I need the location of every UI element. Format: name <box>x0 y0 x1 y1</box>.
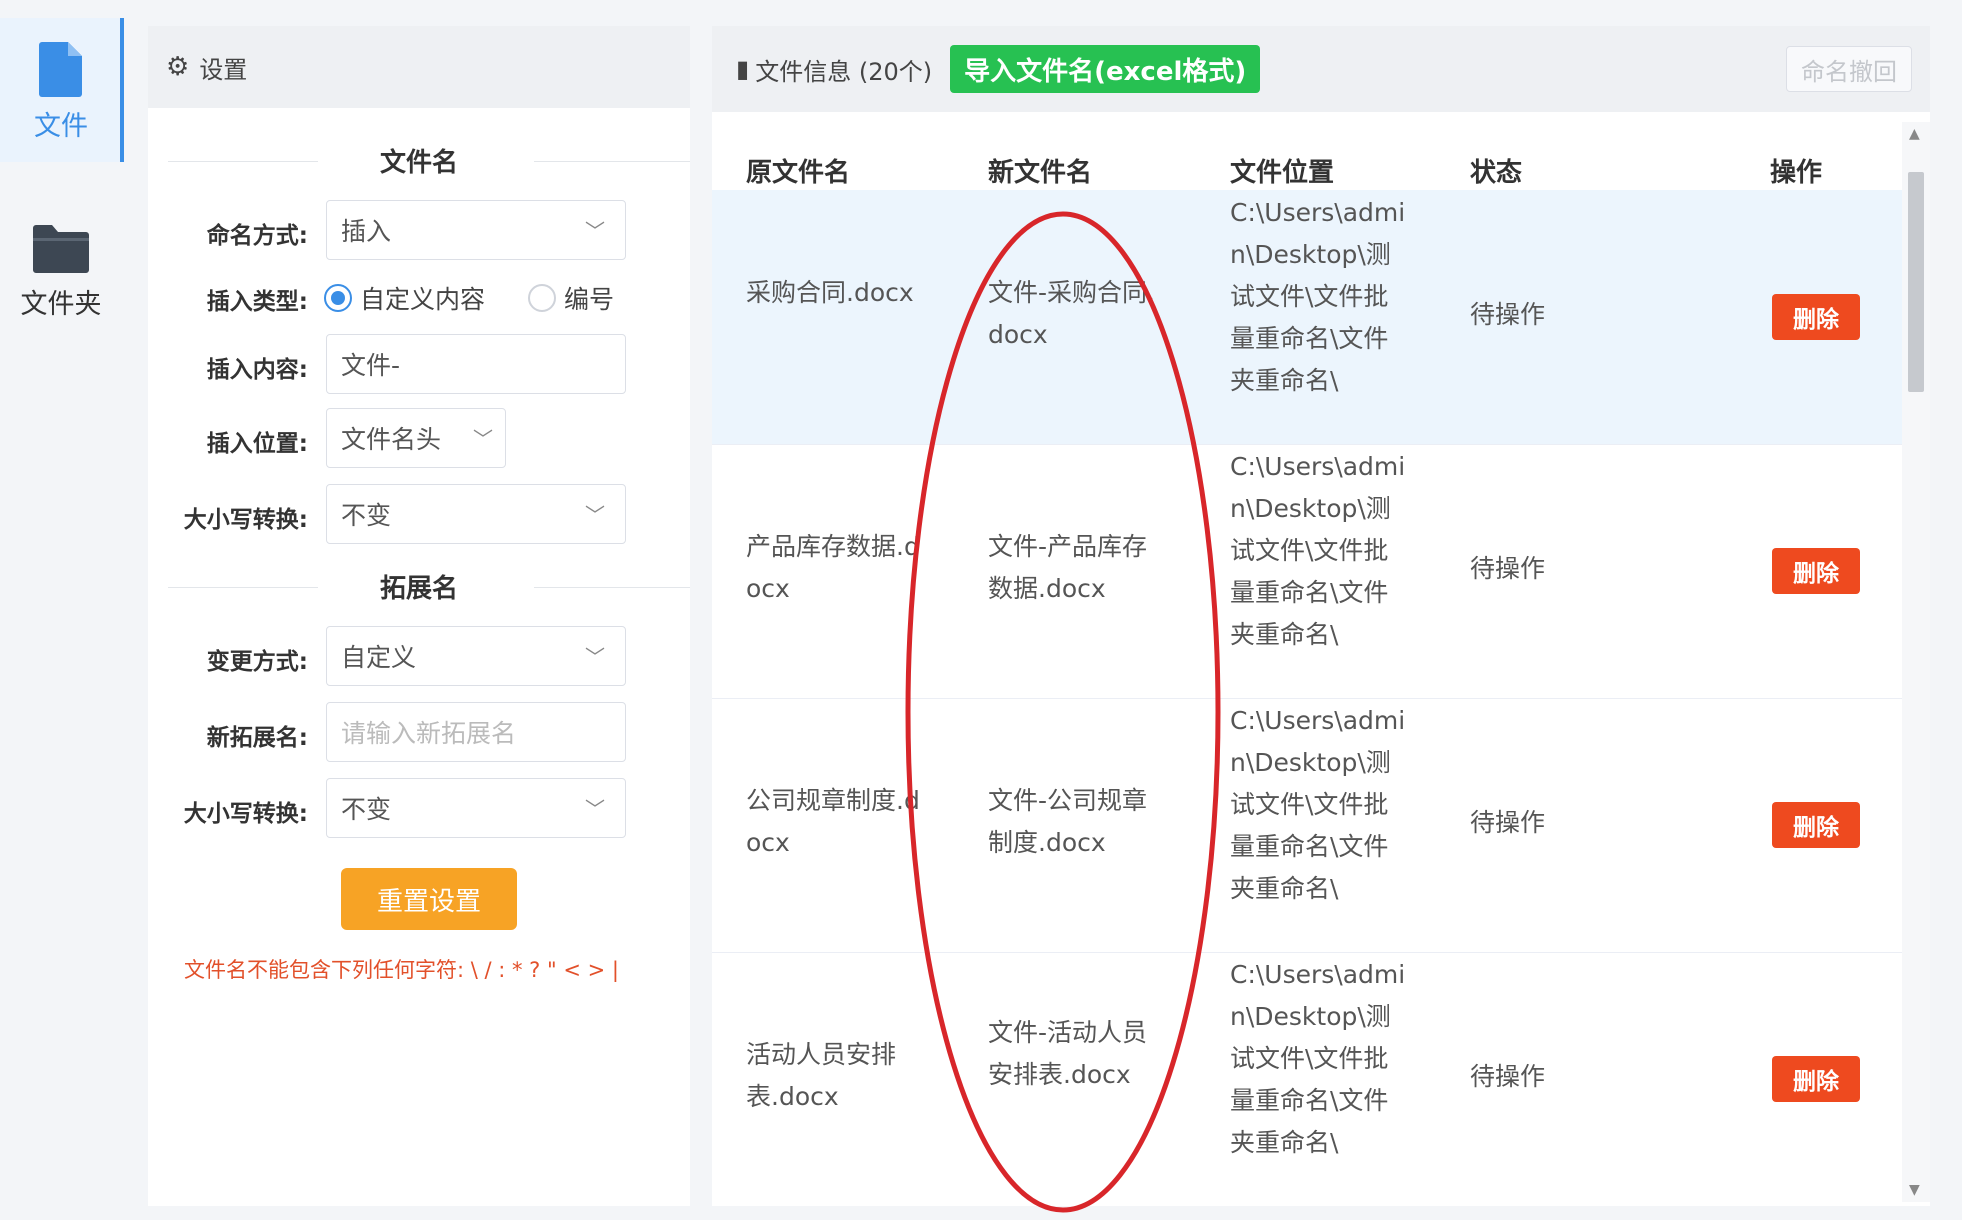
ext-section-title: 拓展名 <box>379 574 458 604</box>
new-filename: 文件-产品库存数据.docx <box>988 532 1148 603</box>
divider <box>168 160 318 162</box>
side-nav: 文件 文件夹 <box>0 0 126 1220</box>
column-status: 状态 <box>1470 158 1523 188</box>
file-location: C:\Users\admin\Desktop\测试文件\文件批量重命名\文件夹重… <box>1230 198 1406 395</box>
table-row[interactable]: 产品库存数据.docx 文件-产品库存数据.docx C:\Users\admi… <box>712 444 1912 699</box>
insert-type-label: 插入类型: <box>206 289 308 315</box>
file-location: C:\Users\admin\Desktop\测试文件\文件批量重命名\文件夹重… <box>1230 452 1406 649</box>
case-select[interactable]: 不变 ﹀ <box>326 484 626 544</box>
invalid-chars-warning: 文件名不能包含下列任何字符: \ / : * ? " < > | <box>184 958 619 982</box>
insert-position-select[interactable]: 文件名头 ﹀ <box>326 408 506 468</box>
nav-item-file[interactable]: 文件 <box>0 18 122 162</box>
change-mode-value: 自定义 <box>341 643 417 672</box>
column-original-name: 原文件名 <box>746 158 851 188</box>
file-location: C:\Users\admin\Desktop\测试文件\文件批量重命名\文件夹重… <box>1230 960 1406 1157</box>
scroll-up-icon[interactable]: ▲ <box>1909 126 1920 142</box>
status-text: 待操作 <box>1470 300 1546 329</box>
ext-case-value: 不变 <box>341 795 392 824</box>
new-ext-input[interactable]: 请输入新拓展名 <box>326 702 626 762</box>
reset-settings-button[interactable]: 重置设置 <box>341 868 517 930</box>
chevron-down-icon: ﹀ <box>473 427 493 451</box>
status-text: 待操作 <box>1470 554 1546 583</box>
nav-folder-label: 文件夹 <box>20 289 102 320</box>
ext-case-select[interactable]: 不变 ﹀ <box>326 778 626 838</box>
naming-select[interactable]: 插入 ﹀ <box>326 200 626 260</box>
file-icon <box>39 42 82 97</box>
filename-section: 文件名 <box>148 142 690 179</box>
original-filename: 采购合同.docx <box>746 278 914 307</box>
new-ext-placeholder: 请输入新拓展名 <box>341 719 517 748</box>
file-info-title: 文件信息 (20个) <box>755 57 933 86</box>
chevron-down-icon: ﹀ <box>585 503 605 527</box>
change-mode-label: 变更方式: <box>206 649 308 675</box>
ext-section: 拓展名 <box>148 568 690 605</box>
scroll-down-icon[interactable]: ▼ <box>1909 1182 1920 1198</box>
column-new-name: 新文件名 <box>988 158 1093 188</box>
nav-file-label: 文件 <box>34 111 88 142</box>
status-text: 待操作 <box>1470 1062 1546 1091</box>
status-text: 待操作 <box>1470 808 1546 837</box>
column-location: 文件位置 <box>1230 158 1335 188</box>
change-mode-select[interactable]: 自定义 ﹀ <box>326 626 626 686</box>
settings-panel: ⚙ 设置 文件名 命名方式: 插入 ﹀ 插入类型: 自定义内容 编号 插入内容:… <box>148 26 690 1206</box>
scrollbar-thumb[interactable] <box>1908 172 1924 392</box>
radio-custom-label: 自定义内容 <box>360 285 486 314</box>
divider <box>168 586 318 588</box>
document-icon: ▮ <box>736 55 750 83</box>
table-row[interactable]: 采购合同.docx 文件-采购合同.docx C:\Users\admin\De… <box>712 190 1912 445</box>
divider <box>534 586 690 588</box>
file-info-header: ▮ 文件信息 (20个) 导入文件名(excel格式) 命名撤回 <box>712 26 1930 112</box>
undo-rename-button[interactable]: 命名撤回 <box>1786 46 1912 92</box>
new-filename: 文件-公司规章制度.docx <box>988 786 1148 857</box>
folder-icon <box>33 225 89 273</box>
new-filename: 文件-采购合同.docx <box>988 278 1155 349</box>
gear-icon: ⚙ <box>166 52 190 82</box>
radio-custom-content[interactable]: 自定义内容 <box>324 280 485 316</box>
insert-position-label: 插入位置: <box>206 431 308 457</box>
radio-checked-icon <box>324 284 352 312</box>
original-filename: 活动人员安排表.docx <box>746 1040 897 1111</box>
delete-button[interactable]: 删除 <box>1772 1056 1860 1102</box>
case-label: 大小写转换: <box>183 507 308 533</box>
insert-position-value: 文件名头 <box>341 425 442 454</box>
divider <box>534 160 690 162</box>
chevron-down-icon: ﹀ <box>585 645 605 669</box>
original-filename: 公司规章制度.docx <box>746 786 920 857</box>
radio-unchecked-icon <box>528 284 556 312</box>
table-row[interactable]: 公司规章制度.docx 文件-公司规章制度.docx C:\Users\admi… <box>712 698 1912 953</box>
nav-item-folder[interactable]: 文件夹 <box>0 222 122 321</box>
insert-content-label: 插入内容: <box>206 357 308 383</box>
filename-section-title: 文件名 <box>379 148 458 178</box>
insert-content-input[interactable]: 文件- <box>326 334 626 394</box>
chevron-down-icon: ﹀ <box>585 219 605 243</box>
file-location: C:\Users\admin\Desktop\测试文件\文件批量重命名\文件夹重… <box>1230 706 1406 903</box>
settings-header: ⚙ 设置 <box>148 26 690 108</box>
chevron-down-icon: ﹀ <box>585 797 605 821</box>
case-value: 不变 <box>341 501 392 530</box>
original-filename: 产品库存数据.docx <box>746 532 920 603</box>
table-row[interactable]: 活动人员安排表.docx 文件-活动人员安排表.docx C:\Users\ad… <box>712 952 1912 1206</box>
radio-number-label: 编号 <box>564 285 615 314</box>
delete-button[interactable]: 删除 <box>1772 802 1860 848</box>
naming-value: 插入 <box>341 217 392 246</box>
radio-number[interactable]: 编号 <box>528 280 614 316</box>
file-info-panel: ▮ 文件信息 (20个) 导入文件名(excel格式) 命名撤回 原文件名 新文… <box>712 26 1930 1206</box>
ext-case-label: 大小写转换: <box>183 801 308 827</box>
insert-content-value: 文件- <box>341 351 401 380</box>
delete-button[interactable]: 删除 <box>1772 548 1860 594</box>
delete-button[interactable]: 删除 <box>1772 294 1860 340</box>
table-scrollbar[interactable]: ▲ ▼ <box>1902 122 1930 1202</box>
column-action: 操作 <box>1770 158 1823 188</box>
import-excel-button[interactable]: 导入文件名(excel格式) <box>950 45 1261 93</box>
settings-title: 设置 <box>199 55 248 84</box>
new-ext-label: 新拓展名: <box>206 725 308 751</box>
nav-active-indicator <box>120 18 124 162</box>
new-filename: 文件-活动人员安排表.docx <box>988 1018 1148 1089</box>
naming-label: 命名方式: <box>206 223 308 249</box>
